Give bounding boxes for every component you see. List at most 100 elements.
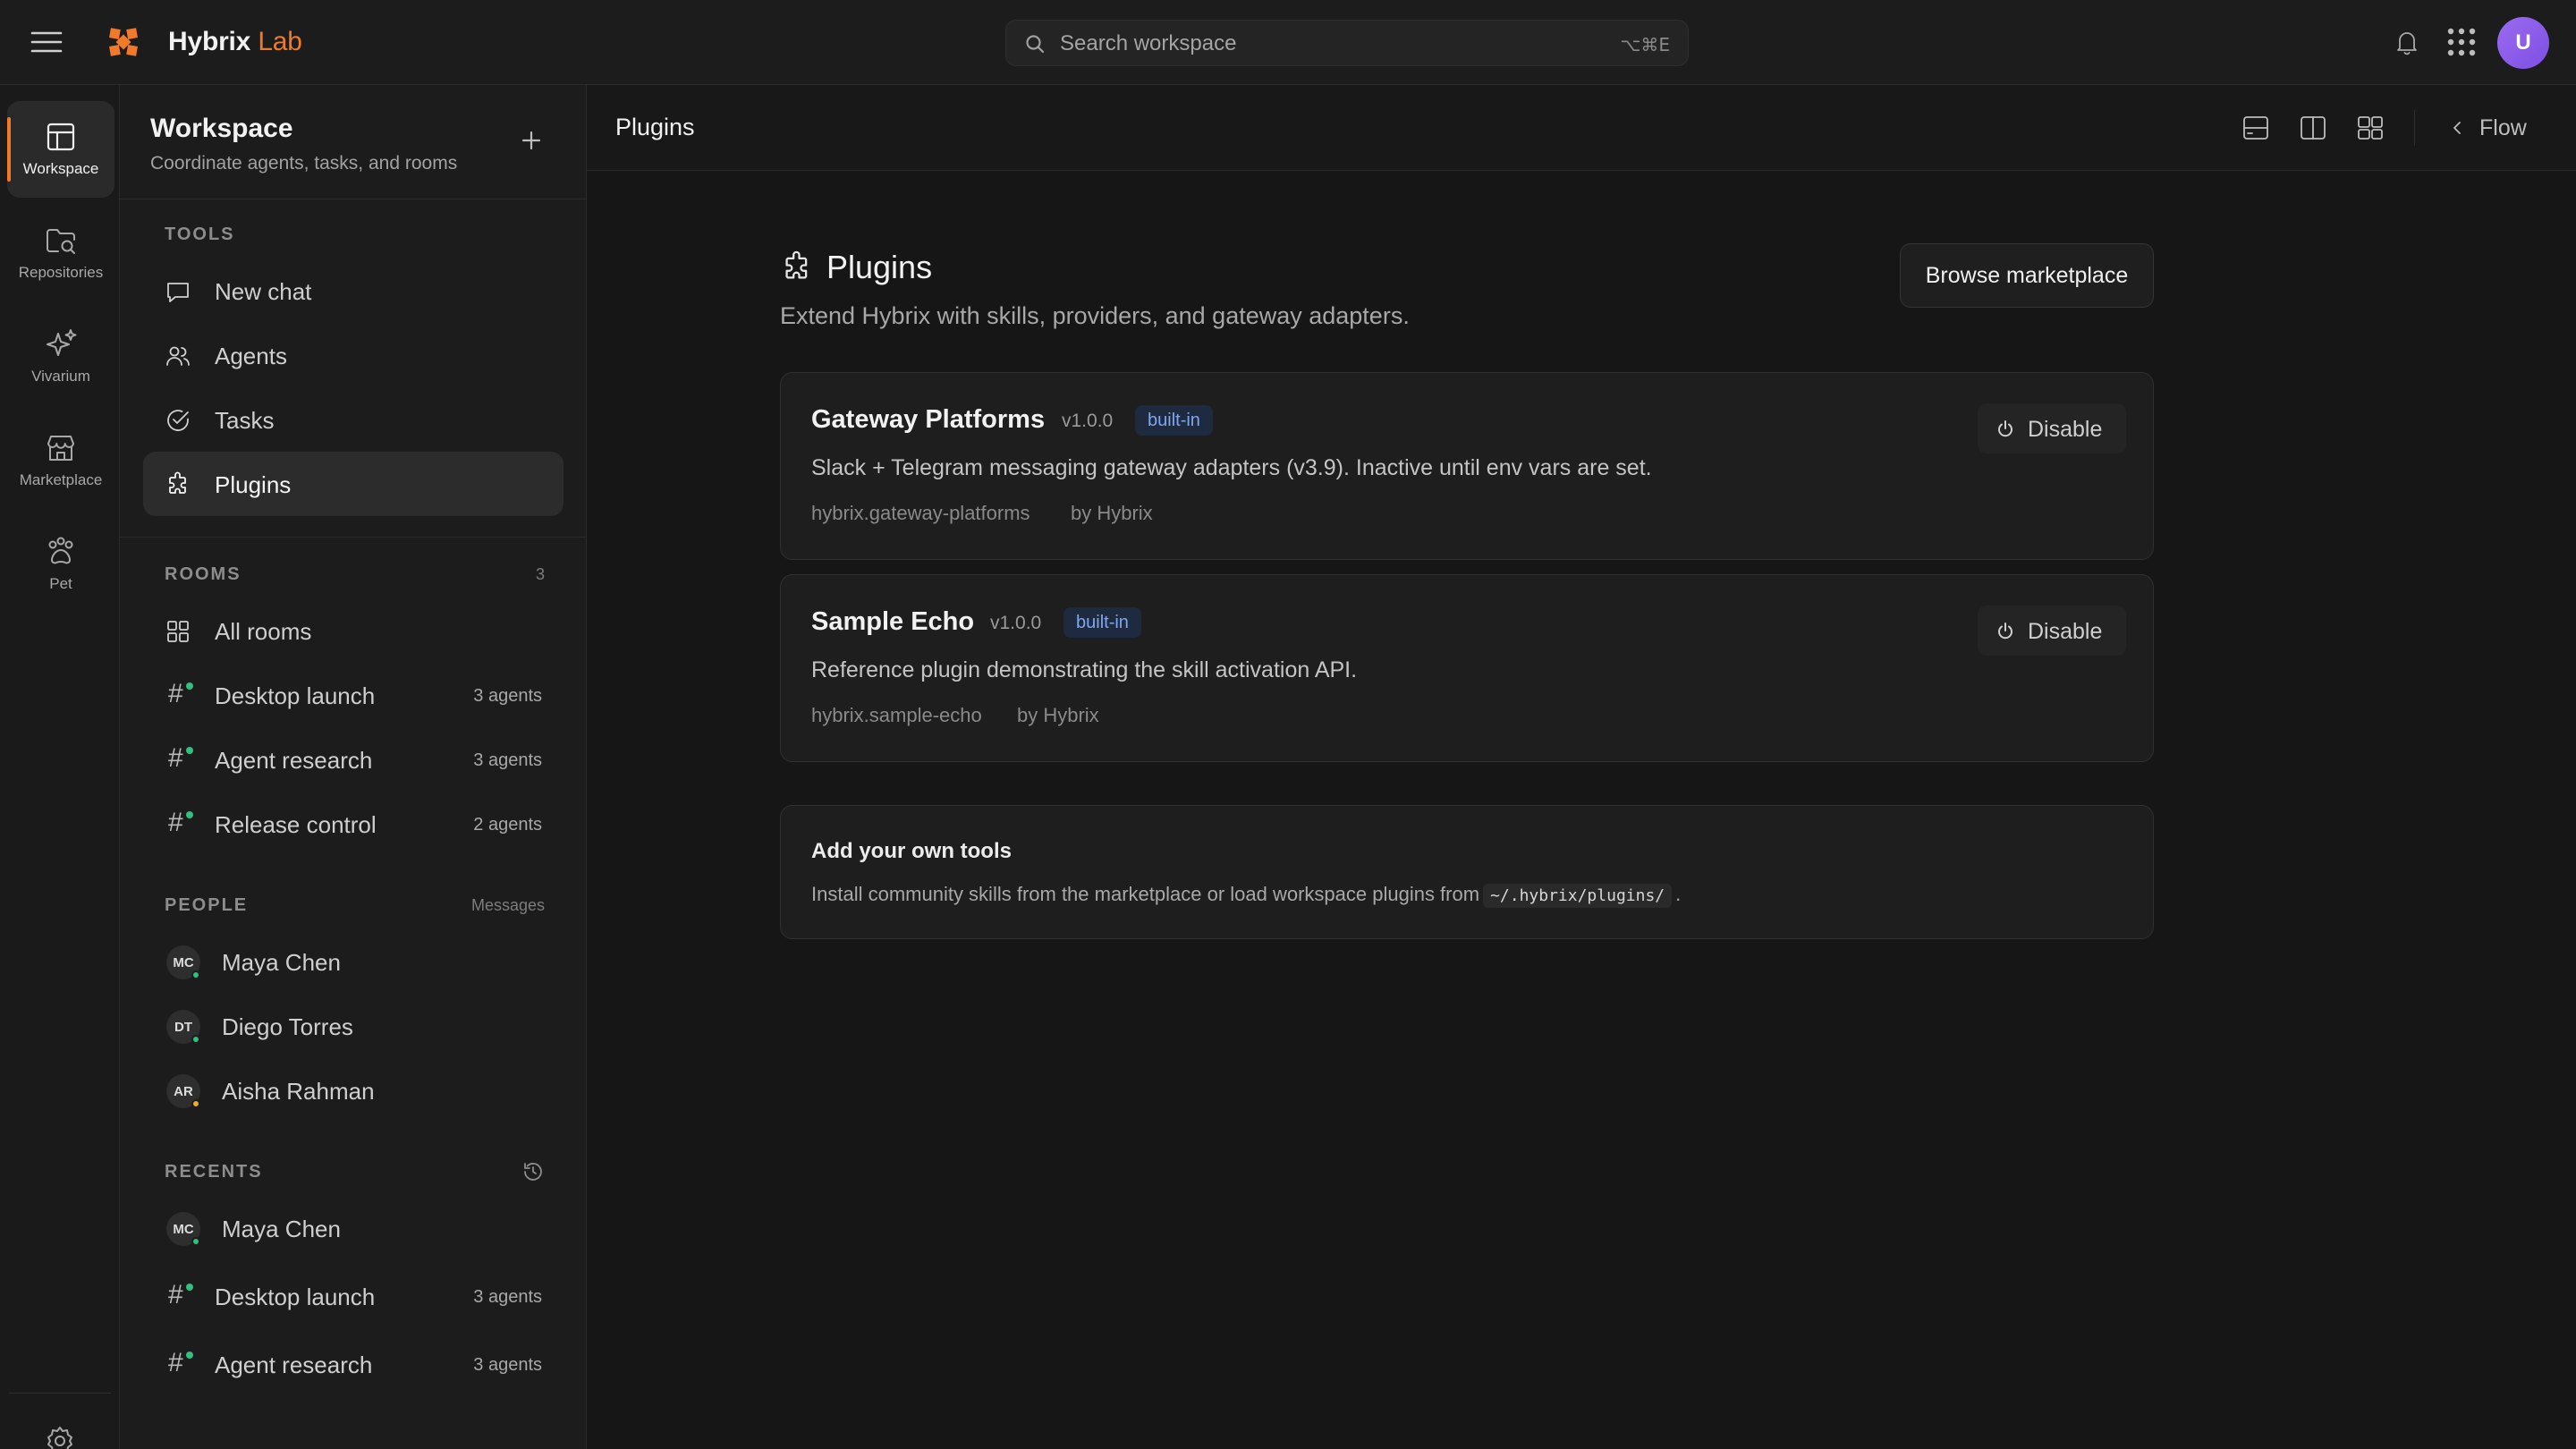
person-name: Maya Chen: [222, 1216, 341, 1242]
plugins-path: ~/.hybrix/plugins/: [1483, 884, 1673, 908]
disable-plugin-button[interactable]: Disable: [1978, 606, 2126, 656]
plugin-description: Slack + Telegram messaging gateway adapt…: [811, 455, 1652, 480]
search-icon: [1024, 33, 1046, 55]
tools-section-label: TOOLS: [165, 225, 235, 244]
puzzle-icon: [165, 471, 191, 498]
avatar: MC: [166, 1212, 200, 1246]
plugin-card-gateway-platforms: Gateway Platforms v1.0.0 built-in Slack …: [780, 372, 2154, 560]
rail-label: Repositories: [18, 264, 104, 281]
add-tools-title: Add your own tools: [811, 839, 1012, 863]
history-icon[interactable]: [521, 1160, 545, 1183]
tool-item-tasks[interactable]: Tasks: [143, 387, 564, 452]
avatar: AR: [166, 1074, 200, 1108]
search-input[interactable]: [1060, 28, 1561, 60]
room-item-label: Release control: [215, 811, 377, 838]
layout-split-icon[interactable]: [2297, 112, 2329, 144]
grid-icon: [165, 618, 191, 645]
tool-item-new-chat[interactable]: New chat: [143, 258, 564, 323]
room-agent-count: 3 agents: [473, 750, 542, 770]
person-item-aisha-rahman[interactable]: AR Aisha Rahman: [143, 1058, 564, 1123]
rooms-section-label: ROOMS: [165, 564, 242, 584]
apps-grid-icon[interactable]: [2445, 26, 2478, 58]
room-item-label: All rooms: [215, 618, 312, 645]
room-agent-count: 3 agents: [473, 686, 542, 706]
layout-grid-icon[interactable]: [2354, 112, 2386, 144]
workspace-title: Workspace: [150, 114, 293, 143]
workspace-subtitle: Coordinate agents, tasks, and rooms: [150, 153, 458, 174]
tool-item-agents[interactable]: Agents: [143, 323, 564, 387]
search-bar[interactable]: ⌥⌘E: [1005, 20, 1689, 66]
chat-icon: [165, 278, 191, 305]
flow-button[interactable]: Flow: [2449, 112, 2527, 144]
plugin-author: by Hybrix: [1071, 502, 1153, 524]
plugin-badge: built-in: [1135, 405, 1213, 436]
app-rail: Workspace Repositories Vivarium Marketpl…: [0, 85, 120, 1449]
room-item-all-rooms[interactable]: All rooms: [143, 598, 564, 663]
page-title: Plugins: [826, 249, 933, 285]
power-icon: [1998, 420, 2012, 437]
plugin-author: by Hybrix: [1017, 704, 1099, 726]
tool-item-label: Agents: [215, 343, 287, 369]
puzzle-icon: [780, 250, 814, 284]
room-item-desktop-launch[interactable]: # Desktop launch 3 agents: [143, 663, 564, 727]
person-item-diego-torres[interactable]: DT Diego Torres: [143, 994, 564, 1058]
status-dot: [191, 1035, 200, 1044]
top-bar: Hybrix Lab ⌥⌘E U: [0, 0, 2576, 85]
plugin-id: hybrix.sample-echo: [811, 704, 982, 726]
rail-label: Pet: [49, 575, 72, 592]
people-section-label: PEOPLE: [165, 895, 249, 915]
hash-icon: #: [168, 1348, 195, 1380]
plugin-name: Sample Echo: [811, 607, 975, 636]
bell-icon[interactable]: [2392, 27, 2422, 57]
paw-icon: [43, 534, 79, 570]
layout-icon: [43, 119, 79, 155]
disable-label: Disable: [2028, 417, 2103, 442]
rail-item-repositories[interactable]: Repositories: [7, 205, 114, 301]
brand-primary: Hybrix: [168, 27, 251, 56]
hamburger-menu-icon[interactable]: [29, 26, 64, 58]
layout-stacked-icon[interactable]: [2240, 112, 2272, 144]
disable-plugin-button[interactable]: Disable: [1978, 403, 2126, 453]
recent-item-desktop-launch[interactable]: # Desktop launch 3 agents: [143, 1264, 564, 1328]
room-item-agent-research[interactable]: # Agent research 3 agents: [143, 727, 564, 792]
hash-icon: #: [168, 679, 195, 711]
page-subtitle: Extend Hybrix with skills, providers, an…: [780, 302, 1410, 329]
person-item-maya-chen[interactable]: MC Maya Chen: [143, 929, 564, 994]
person-name: Aisha Rahman: [222, 1078, 375, 1105]
brand-accent: Lab: [258, 27, 302, 56]
room-item-label: Desktop launch: [215, 682, 376, 709]
gear-icon[interactable]: [42, 1423, 78, 1449]
store-icon: [43, 430, 79, 466]
hash-icon: #: [168, 1280, 195, 1312]
status-dot: [191, 1099, 200, 1108]
plugin-description: Reference plugin demonstrating the skill…: [811, 657, 1358, 682]
rail-item-marketplace[interactable]: Marketplace: [7, 412, 114, 509]
messages-link[interactable]: Messages: [471, 896, 545, 915]
tool-item-label: New chat: [215, 278, 312, 305]
brand-name: Hybrix Lab: [168, 27, 302, 57]
disable-label: Disable: [2028, 619, 2103, 644]
status-dot: [191, 1237, 200, 1246]
status-dot: [191, 970, 200, 979]
rail-item-vivarium[interactable]: Vivarium: [7, 309, 114, 405]
hash-icon: #: [168, 808, 195, 840]
add-tools-card: Add your own tools Install community ski…: [780, 805, 2154, 939]
check-circle-icon: [165, 407, 191, 434]
room-item-label: Desktop launch: [215, 1284, 376, 1310]
chevron-left-icon: [2453, 122, 2461, 134]
main-header: Plugins Flow: [587, 85, 2576, 171]
room-agent-count: 2 agents: [473, 815, 542, 835]
plus-icon[interactable]: [515, 124, 547, 157]
room-item-release-control[interactable]: # Release control 2 agents: [143, 792, 564, 856]
tool-item-plugins[interactable]: Plugins: [143, 452, 564, 516]
browse-marketplace-button[interactable]: Browse marketplace: [1900, 243, 2154, 308]
add-tools-text-before: Install community skills from the market…: [811, 883, 1480, 905]
plugin-version: v1.0.0: [990, 613, 1042, 633]
rail-item-workspace[interactable]: Workspace: [7, 101, 114, 198]
room-agent-count: 3 agents: [473, 1355, 542, 1375]
user-avatar[interactable]: U: [2497, 17, 2549, 69]
recent-item-agent-research[interactable]: # Agent research 3 agents: [143, 1332, 564, 1396]
recent-item-maya-chen[interactable]: MC Maya Chen: [143, 1196, 564, 1260]
rail-item-pet[interactable]: Pet: [7, 516, 114, 613]
add-tools-text: Install community skills from the market…: [811, 883, 1681, 908]
